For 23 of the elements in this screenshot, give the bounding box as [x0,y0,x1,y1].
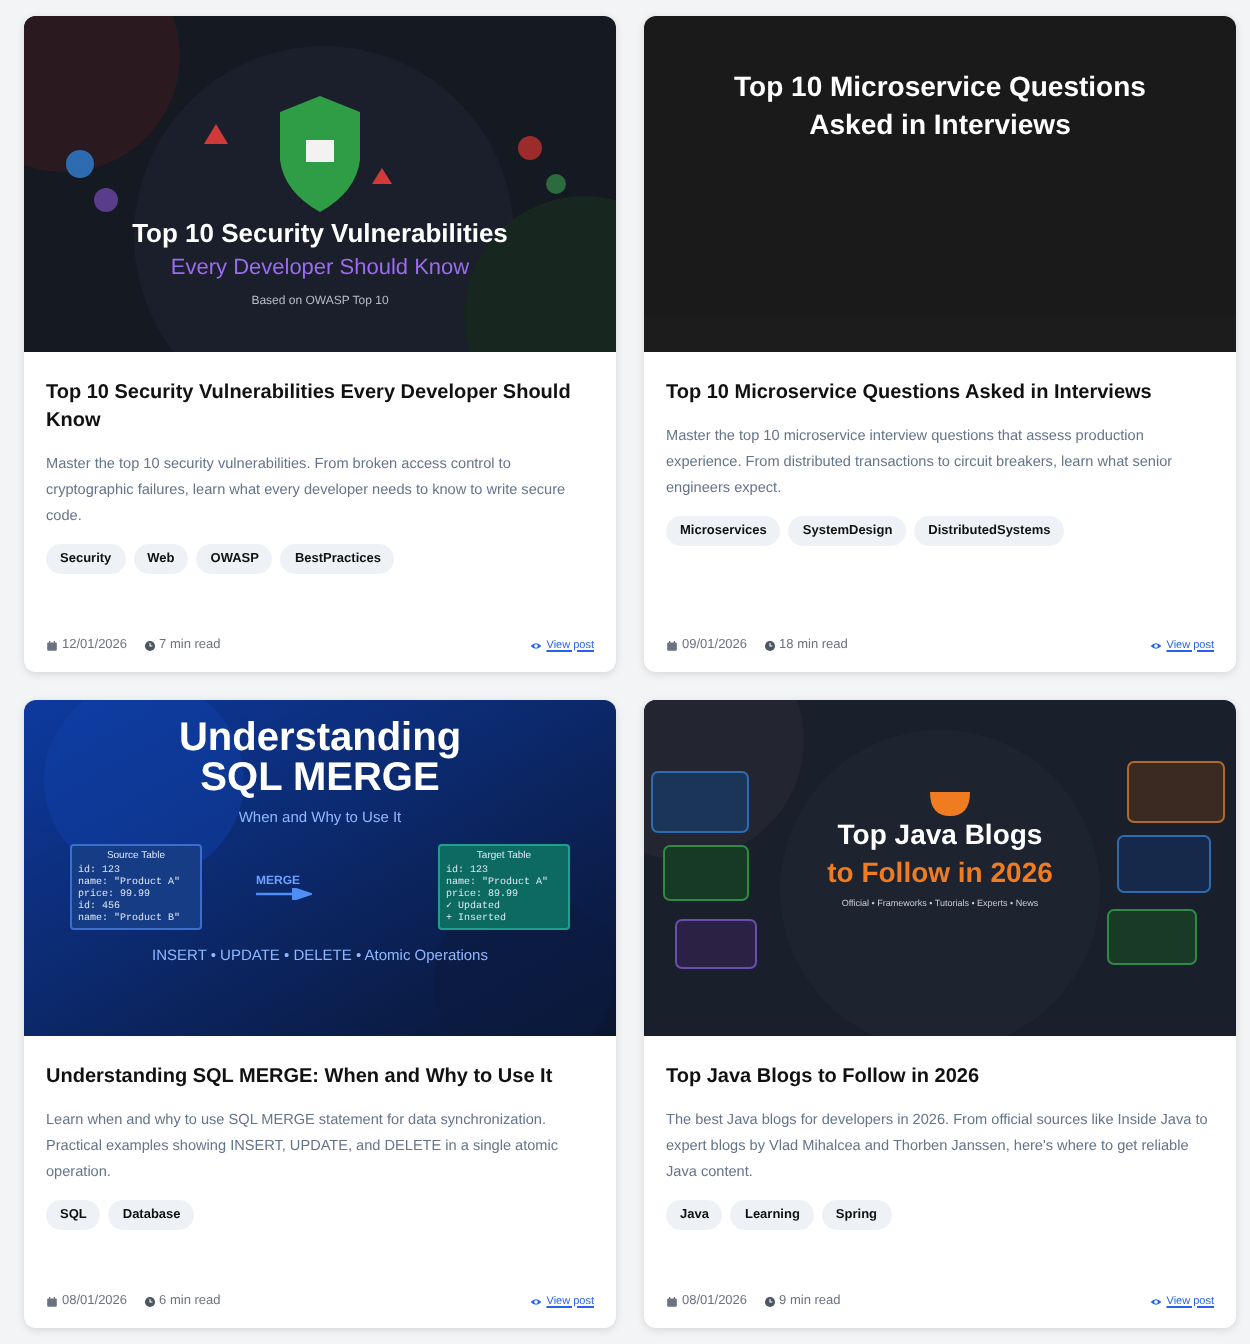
calendar-icon [666,639,678,651]
eye-icon [530,1295,543,1307]
cover-title: Top 10 Microservice Questions Asked in Interviews [732,68,1148,144]
eye-icon [1150,639,1163,651]
clock-icon [763,639,776,651]
calendar-icon [46,1295,58,1307]
clock-icon [143,639,156,651]
post-title: Top 10 Microservice Questions Asked in Interviews [666,380,1154,408]
arrow-icon [256,887,312,899]
cover-title: Top Java Blogs [837,818,1043,850]
calendar-icon [666,1295,678,1307]
eye-icon [1150,1295,1163,1307]
post-title: Top 10 Security Vulnerabilities Every Developer Should Know [46,380,573,436]
cover-subtitle: Every Developer Should Know [170,256,470,280]
clock-icon [143,1295,156,1307]
cover-title: Top 10 Security Vulnerabilities [132,218,508,248]
eye-icon [530,639,543,651]
cover-subtitle: to Follow in 2026 [827,856,1053,888]
post-title: Top Java Blogs to Follow in 2026 [666,1064,982,1092]
post-title: Understanding SQL MERGE: When and Why to Use It [46,1064,555,1092]
calendar-icon [46,639,58,651]
clock-icon [763,1295,776,1307]
cover-title: Understanding SQL MERGE [176,718,464,798]
